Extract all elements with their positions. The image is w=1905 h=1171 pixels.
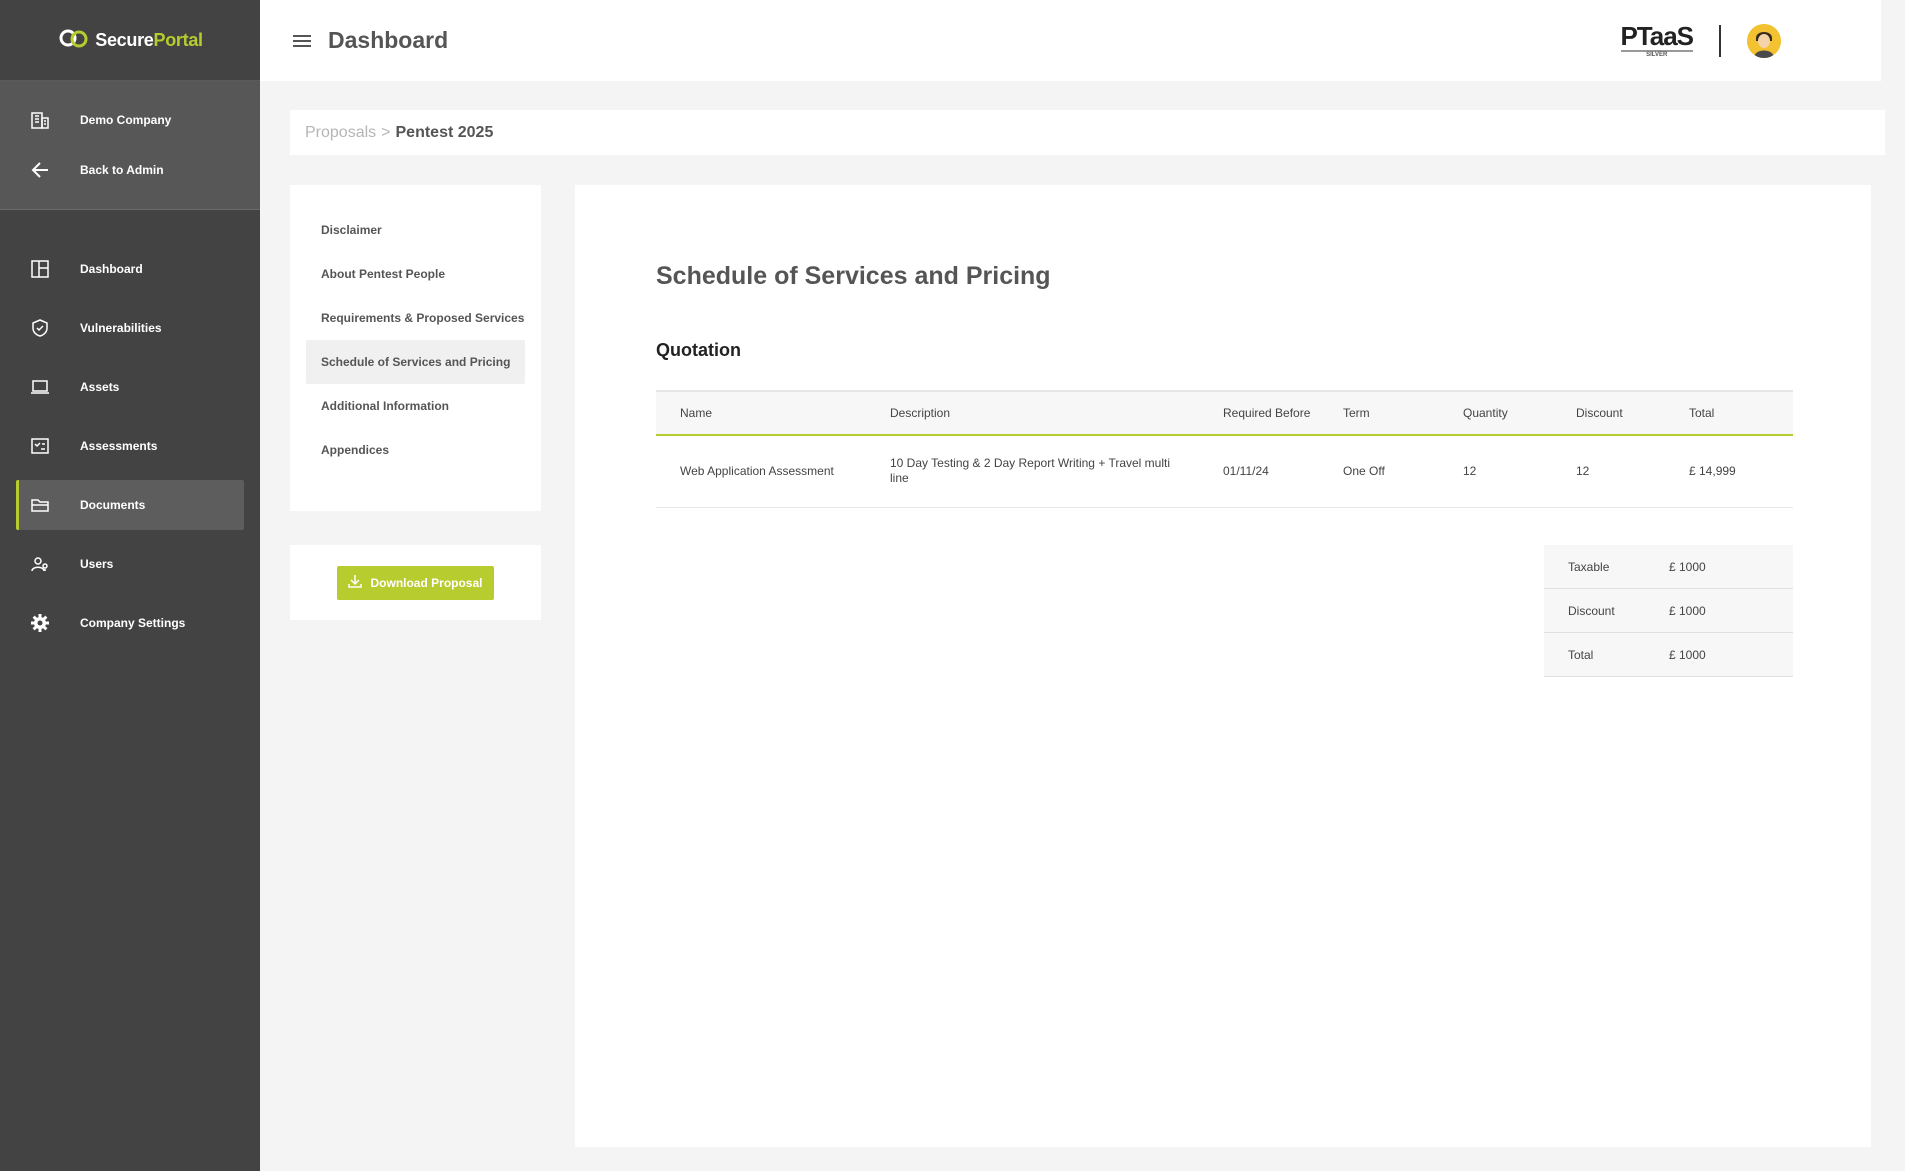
sidebar-item-label: Dashboard (80, 262, 143, 276)
sidebar-item-label: Back to Admin (80, 163, 164, 177)
sidebar-item-documents[interactable]: Documents (16, 480, 244, 530)
column-header-total: Total (1665, 390, 1793, 436)
column-header-name: Name (656, 390, 866, 436)
totals-row-discount: Discount £ 1000 (1544, 589, 1793, 633)
user-avatar[interactable] (1747, 23, 1781, 58)
company-block: Demo Company Back to Admin (0, 81, 260, 210)
section-item-requirements[interactable]: Requirements & Proposed Services (306, 296, 525, 340)
cell-total: £ 14,999 (1665, 435, 1793, 508)
totals-value: £ 1000 (1669, 559, 1706, 574)
dashboard-icon (28, 257, 52, 281)
column-header-term: Term (1319, 390, 1439, 436)
header-right: PTaaS SILVER (1620, 0, 1781, 81)
hamburger-menu-icon[interactable] (292, 31, 312, 51)
column-header-quantity: Quantity (1439, 390, 1552, 436)
cell-discount: 12 (1552, 435, 1665, 508)
totals-label: Discount (1568, 603, 1615, 618)
sidebar-item-label: Company Settings (80, 616, 186, 630)
totals-summary: Taxable £ 1000 Discount £ 1000 Total £ 1… (1544, 545, 1793, 677)
ptaas-badge-text: PTaaS (1620, 20, 1694, 51)
section-title: Schedule of Services and Pricing (656, 262, 1051, 290)
sidebar-item-label: Vulnerabilities (80, 321, 162, 335)
table-row: Web Application Assessment 10 Day Testin… (656, 435, 1793, 508)
sidebar-nav: Dashboard Vulnerabilities Assets Assessm… (0, 210, 260, 648)
sidebar-item-company-settings[interactable]: Company Settings (16, 598, 244, 648)
header-divider (1719, 24, 1721, 57)
proposal-section-nav: Disclaimer About Pentest People Requirem… (290, 185, 541, 511)
breadcrumb-separator: > (381, 123, 391, 141)
sidebar-item-vulnerabilities[interactable]: Vulnerabilities (16, 303, 244, 353)
totals-label: Taxable (1568, 559, 1610, 574)
folder-icon (28, 493, 52, 517)
laptop-icon (28, 375, 52, 399)
cell-description-text: 10 Day Testing & 2 Day Report Writing + … (890, 456, 1171, 486)
logo-text-secure: Secure (95, 29, 154, 50)
section-item-about[interactable]: About Pentest People (306, 252, 525, 296)
shield-icon (28, 316, 52, 340)
cell-term: One Off (1319, 435, 1439, 508)
section-item-appendices[interactable]: Appendices (306, 428, 525, 472)
totals-label: Total (1568, 647, 1594, 662)
download-icon (348, 574, 363, 591)
download-proposal-label: Download Proposal (370, 575, 483, 590)
page-title: Dashboard (328, 27, 449, 53)
sidebar-item-assets[interactable]: Assets (16, 362, 244, 412)
cell-required-before: 01/11/24 (1199, 435, 1319, 508)
download-proposal-button[interactable]: Download Proposal (337, 565, 494, 600)
main-content: Schedule of Services and Pricing Quotati… (575, 185, 1871, 1147)
sidebar-item-dashboard[interactable]: Dashboard (16, 244, 244, 294)
quotation-title: Quotation (656, 340, 741, 360)
sidebar-item-assessments[interactable]: Assessments (16, 421, 244, 471)
column-header-description: Description (866, 390, 1199, 436)
table-header-row: Name Description Required Before Term Qu… (656, 390, 1793, 436)
sidebar: SecurePortal Demo Company Back to Admin (0, 0, 260, 1171)
section-item-disclaimer[interactable]: Disclaimer (306, 208, 525, 252)
section-item-schedule[interactable]: Schedule of Services and Pricing (306, 340, 525, 384)
arrow-left-icon (28, 158, 52, 182)
ptaas-badge-tier: SILVER (1620, 49, 1693, 59)
gear-icon (28, 611, 52, 635)
top-header: Dashboard PTaaS SILVER (260, 0, 1881, 81)
cell-description: 10 Day Testing & 2 Day Report Writing + … (866, 435, 1199, 508)
sidebar-item-label: Assessments (80, 439, 158, 453)
users-icon (28, 552, 52, 576)
building-icon (28, 108, 52, 132)
section-item-additional-info[interactable]: Additional Information (306, 384, 525, 428)
logo-text-portal: Portal (153, 29, 204, 50)
totals-row-taxable: Taxable £ 1000 (1544, 545, 1793, 589)
totals-value: £ 1000 (1669, 603, 1706, 618)
download-card: Download Proposal (290, 545, 541, 620)
column-header-required-before: Required Before (1199, 390, 1319, 436)
sidebar-item-users[interactable]: Users (16, 539, 244, 589)
sidebar-item-label: Users (80, 557, 114, 571)
logo-text: SecurePortal (95, 29, 204, 51)
quotation-table: Name Description Required Before Term Qu… (656, 390, 1793, 508)
totals-row-total: Total £ 1000 (1544, 633, 1793, 677)
sidebar-item-label: Documents (80, 498, 146, 512)
checklist-icon (28, 434, 52, 458)
cell-quantity: 12 (1439, 435, 1552, 508)
sidebar-item-back-to-admin[interactable]: Back to Admin (0, 145, 260, 195)
column-header-discount: Discount (1552, 390, 1665, 436)
sidebar-item-demo-company[interactable]: Demo Company (0, 95, 260, 145)
logo-area: SecurePortal (0, 0, 260, 81)
breadcrumb: Proposals > Pentest 2025 (290, 110, 1885, 155)
sidebar-item-label: Demo Company (80, 113, 172, 127)
cell-name: Web Application Assessment (656, 435, 866, 508)
ptaas-badge: PTaaS SILVER (1620, 20, 1694, 59)
secureportal-logo[interactable]: SecurePortal (57, 28, 204, 53)
logo-link-icon (57, 28, 91, 53)
totals-value: £ 1000 (1669, 647, 1706, 662)
breadcrumb-current: Pentest 2025 (395, 123, 494, 141)
sidebar-item-label: Assets (80, 380, 120, 394)
breadcrumb-proposals-link[interactable]: Proposals (305, 124, 376, 142)
